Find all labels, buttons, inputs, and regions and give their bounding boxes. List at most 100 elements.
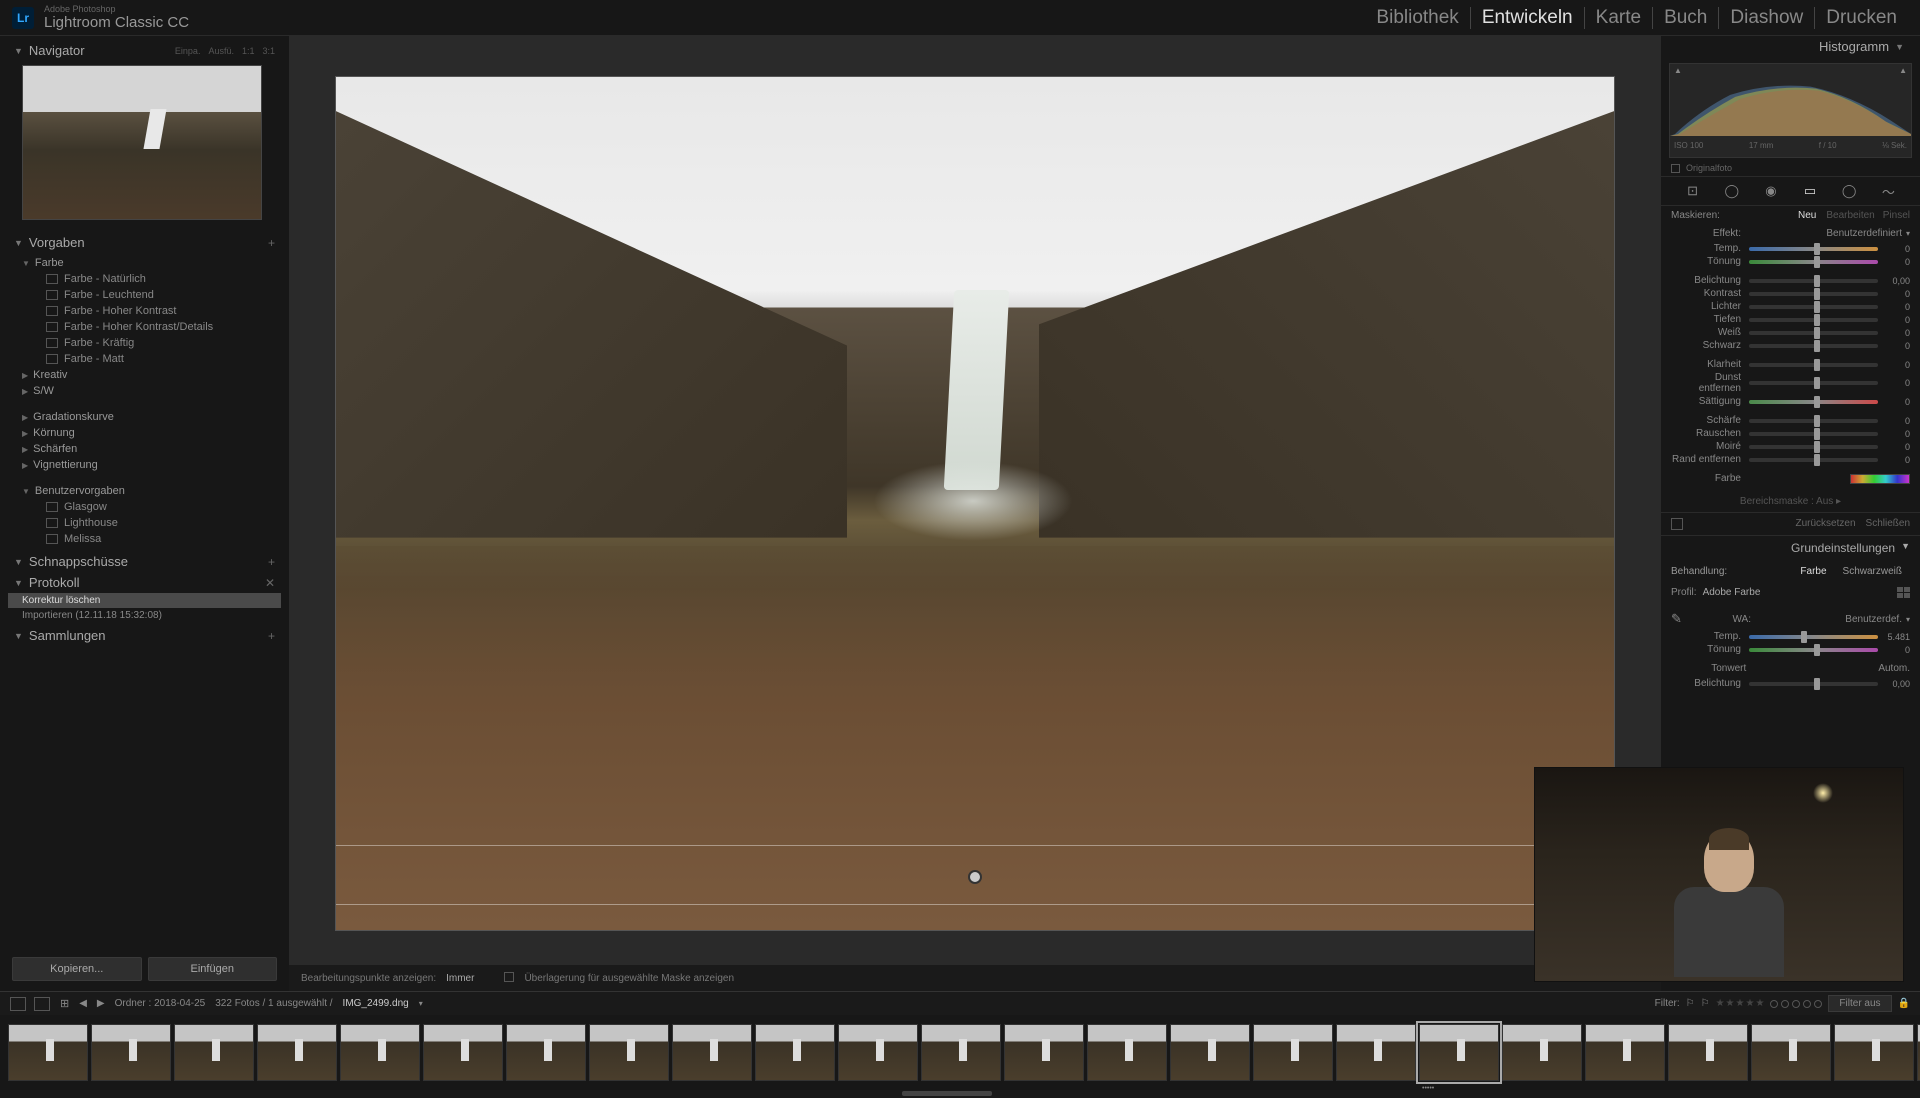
radial-tool-icon[interactable]: ◯: [1839, 183, 1859, 199]
second-window-icon[interactable]: [34, 997, 50, 1011]
preset-group-grain[interactable]: ▶Körnung: [8, 425, 281, 441]
grid-view-icon[interactable]: ⊞: [60, 997, 69, 1010]
preset-item[interactable]: Farbe - Hoher Kontrast/Details: [8, 319, 281, 335]
filmstrip-thumb[interactable]: [1668, 1024, 1748, 1081]
filmstrip-thumb[interactable]: [8, 1024, 88, 1081]
mask-brush[interactable]: Pinsel: [1883, 210, 1910, 221]
wb-dropdown[interactable]: Benutzerdef.: [1801, 614, 1903, 625]
filmstrip-thumb[interactable]: [174, 1024, 254, 1081]
tab-library[interactable]: Bibliothek: [1365, 7, 1470, 29]
tab-print[interactable]: Drucken: [1815, 7, 1908, 29]
spot-tool-icon[interactable]: ◯: [1722, 183, 1742, 199]
exposure-slider[interactable]: [1749, 682, 1878, 686]
gradient-tool-icon[interactable]: ▭: [1800, 183, 1820, 199]
mask-temp-slider[interactable]: [1749, 247, 1878, 251]
temp-slider[interactable]: [1749, 635, 1878, 639]
mask-saturation-slider[interactable]: [1749, 400, 1878, 404]
navigator-header[interactable]: ▼Navigator Einpa.Ausfü.1:13:1: [8, 40, 281, 61]
snapshots-header[interactable]: ▼Schnappschüsse+: [8, 551, 281, 572]
tab-slideshow[interactable]: Diashow: [1719, 7, 1815, 29]
preset-item[interactable]: Farbe - Kräftig: [8, 335, 281, 351]
filter-color-labels[interactable]: [1770, 1000, 1822, 1008]
mask-new[interactable]: Neu: [1798, 210, 1816, 221]
range-mask-dropdown[interactable]: Bereichsmaske : Aus ▸: [1661, 493, 1920, 510]
color-picker[interactable]: [1850, 474, 1910, 484]
navigator-preview[interactable]: [22, 65, 262, 220]
preset-item[interactable]: Lighthouse: [8, 515, 281, 531]
profile-browser-icon[interactable]: [1897, 587, 1910, 598]
preset-group-curve[interactable]: ▶Gradationskurve: [8, 409, 281, 425]
filter-flag-icon[interactable]: ⚐: [1701, 998, 1710, 1009]
filmstrip-thumb[interactable]: [1087, 1024, 1167, 1081]
mask-dehaze-slider[interactable]: [1749, 381, 1878, 385]
filmstrip-thumb[interactable]: [1170, 1024, 1250, 1081]
gradient-pin[interactable]: [968, 870, 982, 884]
mask-contrast-slider[interactable]: [1749, 292, 1878, 296]
filmstrip-thumb[interactable]: [1502, 1024, 1582, 1081]
mask-defringe-slider[interactable]: [1749, 458, 1878, 462]
paste-button[interactable]: Einfügen: [148, 957, 278, 981]
mask-whites-slider[interactable]: [1749, 331, 1878, 335]
filmstrip-thumb[interactable]: [1253, 1024, 1333, 1081]
filmstrip-thumb[interactable]: [1585, 1024, 1665, 1081]
reset-button[interactable]: Zurücksetzen: [1796, 518, 1856, 530]
mask-moire-slider[interactable]: [1749, 445, 1878, 449]
treatment-color[interactable]: Farbe: [1792, 564, 1834, 579]
mask-noise-slider[interactable]: [1749, 432, 1878, 436]
filter-lock-icon[interactable]: 🔒: [1898, 998, 1910, 1009]
mask-sharpness-slider[interactable]: [1749, 419, 1878, 423]
filter-stars[interactable]: ★★★★★: [1716, 998, 1765, 1009]
filmstrip-thumb[interactable]: [672, 1024, 752, 1081]
mask-tint-slider[interactable]: [1749, 260, 1878, 264]
mask-exposure-slider[interactable]: [1749, 279, 1878, 283]
redeye-tool-icon[interactable]: ◉: [1761, 183, 1781, 199]
brush-tool-icon[interactable]: 〜: [1878, 183, 1898, 199]
filmstrip[interactable]: •••••: [0, 1015, 1920, 1090]
basic-panel-header[interactable]: Grundeinstellungen▼: [1661, 535, 1920, 560]
mask-clarity-slider[interactable]: [1749, 363, 1878, 367]
history-item[interactable]: Korrektur löschen: [8, 593, 281, 608]
filmstrip-thumb[interactable]: [755, 1024, 835, 1081]
mask-highlights-slider[interactable]: [1749, 305, 1878, 309]
edit-points-mode[interactable]: Immer: [446, 973, 474, 984]
filmstrip-thumb[interactable]: [91, 1024, 171, 1081]
mask-blacks-slider[interactable]: [1749, 344, 1878, 348]
tint-slider[interactable]: [1749, 648, 1878, 652]
overlay-checkbox[interactable]: [504, 972, 514, 982]
next-icon[interactable]: ▶: [97, 998, 105, 1009]
history-header[interactable]: ▼Protokoll✕: [8, 572, 281, 593]
preset-item[interactable]: Melissa: [8, 531, 281, 547]
preset-group-sharpen[interactable]: ▶Schärfen: [8, 441, 281, 457]
preset-item[interactable]: Farbe - Natürlich: [8, 271, 281, 287]
profile-dropdown[interactable]: Adobe Farbe: [1703, 587, 1761, 598]
effect-dropdown[interactable]: Benutzerdefiniert: [1749, 228, 1902, 239]
collections-header[interactable]: ▼Sammlungen+: [8, 625, 281, 646]
preset-group-color[interactable]: ▼Farbe: [8, 255, 281, 271]
treatment-bw[interactable]: Schwarzweiß: [1835, 564, 1910, 579]
toggle-switch[interactable]: [1671, 518, 1683, 530]
preset-item[interactable]: Glasgow: [8, 499, 281, 515]
preset-group-user[interactable]: ▼Benutzervorgaben: [8, 483, 281, 499]
filmstrip-thumb[interactable]: [838, 1024, 918, 1081]
presets-header[interactable]: ▼Vorgaben+: [8, 232, 281, 253]
preset-item[interactable]: Farbe - Hoher Kontrast: [8, 303, 281, 319]
auto-tone-button[interactable]: Autom.: [1795, 663, 1911, 674]
main-image[interactable]: [335, 76, 1615, 931]
eyedropper-icon[interactable]: ✎: [1671, 611, 1691, 627]
filmstrip-thumb[interactable]: [921, 1024, 1001, 1081]
navigator-zoom-opts[interactable]: Einpa.Ausfü.1:13:1: [175, 46, 275, 56]
filmstrip-thumb[interactable]: [1751, 1024, 1831, 1081]
filmstrip-thumb[interactable]: [506, 1024, 586, 1081]
mask-shadows-slider[interactable]: [1749, 318, 1878, 322]
tab-develop[interactable]: Entwickeln: [1471, 7, 1585, 29]
copy-button[interactable]: Kopieren...: [12, 957, 142, 981]
tab-book[interactable]: Buch: [1653, 7, 1719, 29]
preset-group-vignette[interactable]: ▶Vignettierung: [8, 457, 281, 473]
prev-icon[interactable]: ◀: [79, 998, 87, 1009]
preset-item[interactable]: Farbe - Leuchtend: [8, 287, 281, 303]
main-window-icon[interactable]: [10, 997, 26, 1011]
filmstrip-thumb[interactable]: •••••: [1419, 1024, 1499, 1081]
mask-edit[interactable]: Bearbeiten: [1826, 210, 1874, 221]
filmstrip-thumb[interactable]: [257, 1024, 337, 1081]
histogram-header[interactable]: Histogramm▼: [1661, 36, 1920, 57]
